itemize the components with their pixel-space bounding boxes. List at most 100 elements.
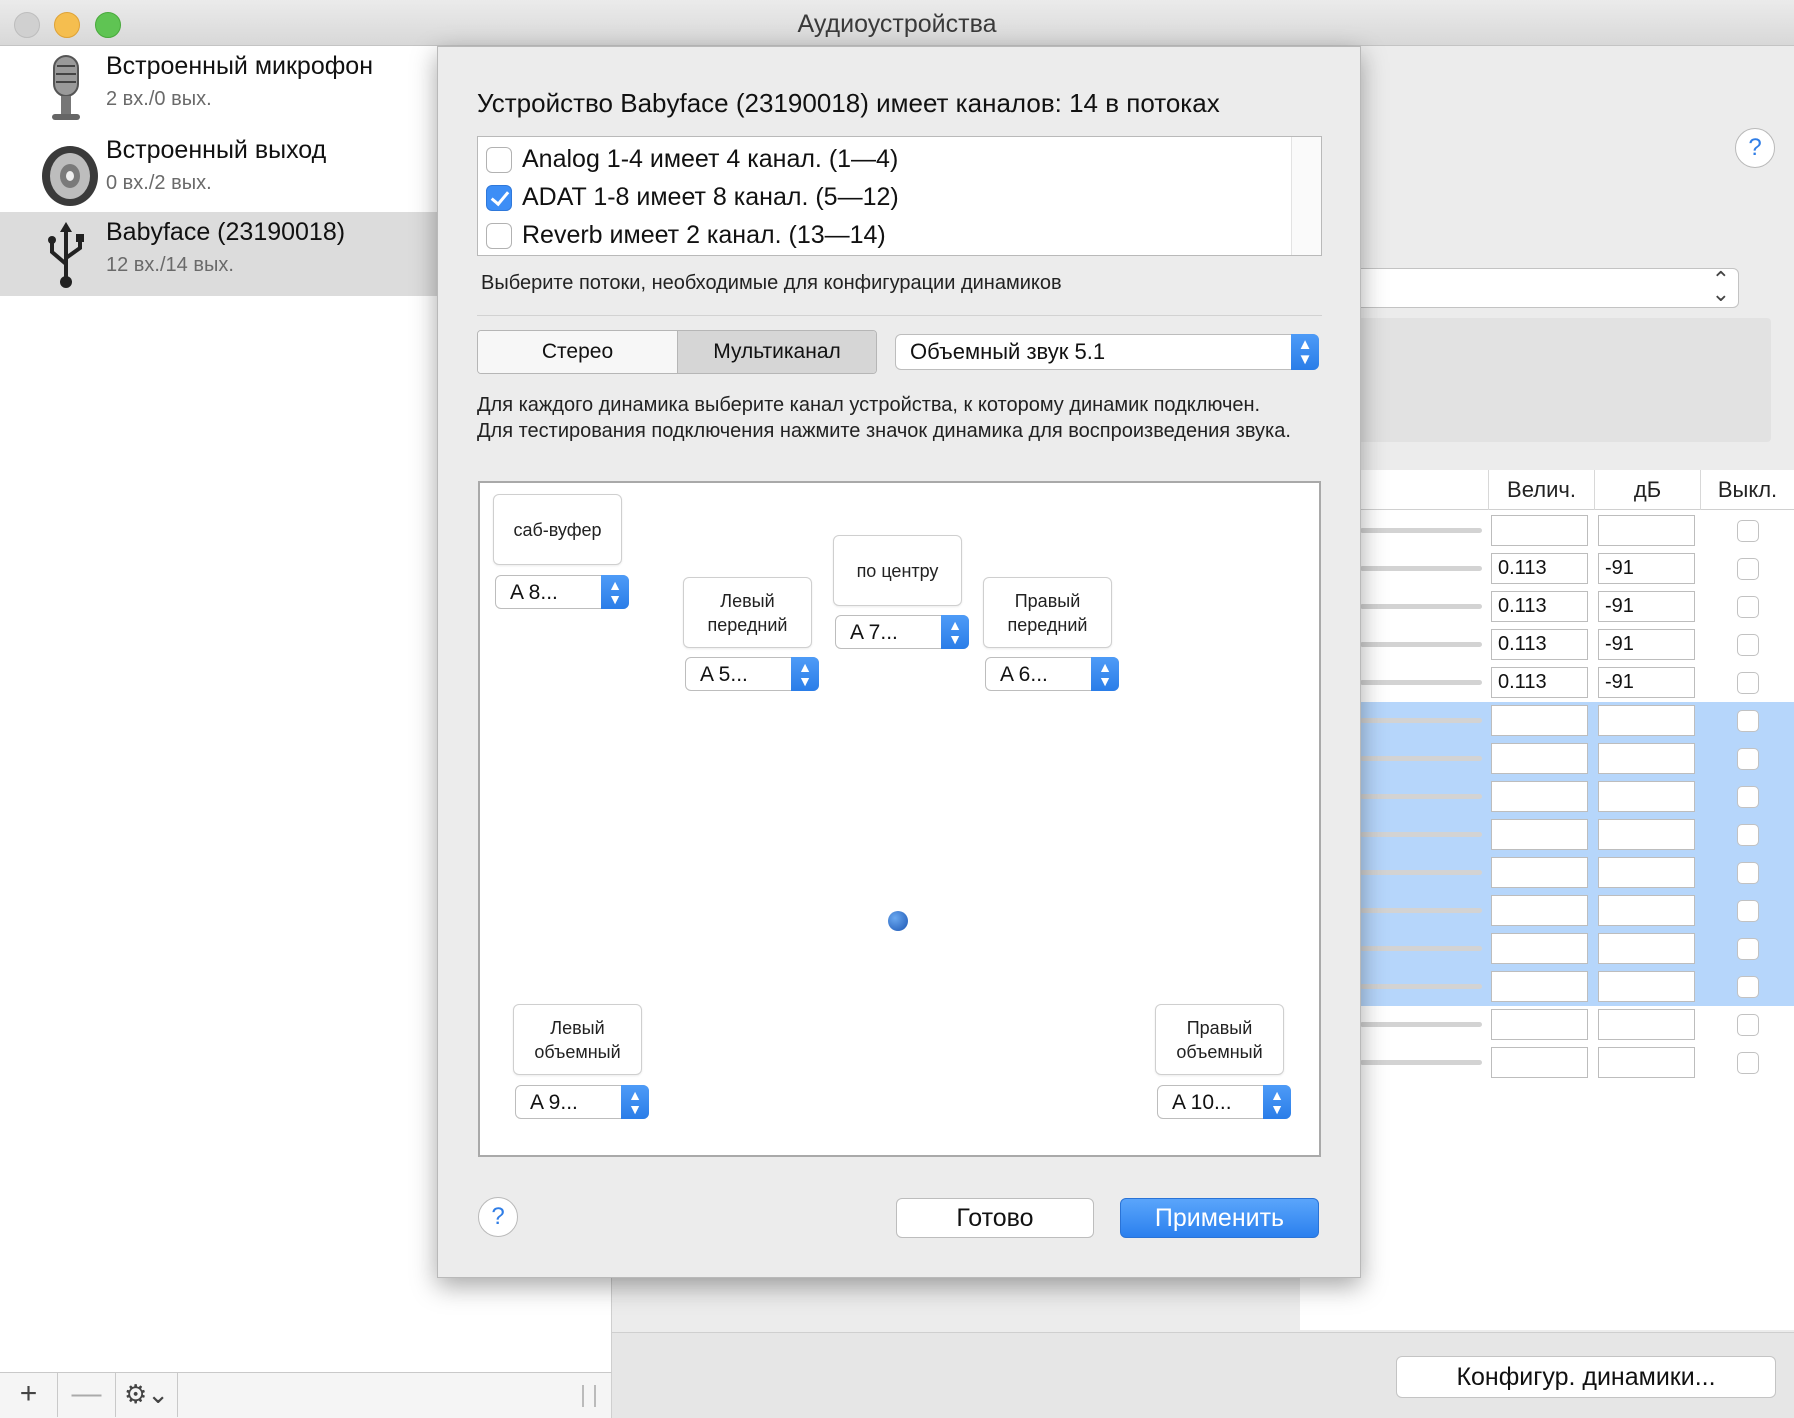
stream-checkbox[interactable]: [486, 223, 512, 249]
stream-label: ADAT 1-8 имеет 8 канал. (5—12): [522, 183, 899, 211]
mute-checkbox[interactable]: [1737, 938, 1759, 960]
speaker-label: по центру: [856, 560, 939, 581]
value-field[interactable]: [1491, 1047, 1588, 1078]
resize-grip[interactable]: [582, 1385, 596, 1407]
db-field[interactable]: [1598, 933, 1695, 964]
db-field[interactable]: [1598, 857, 1695, 888]
stream-checkbox[interactable]: [486, 147, 512, 173]
listener-position-dot[interactable]: [888, 911, 908, 931]
add-device-button[interactable]: +: [0, 1373, 58, 1417]
value-field[interactable]: 0.113: [1491, 667, 1588, 698]
volume-slider[interactable]: [1360, 794, 1482, 799]
volume-slider[interactable]: [1360, 870, 1482, 875]
mute-checkbox[interactable]: [1737, 596, 1759, 618]
db-field[interactable]: -91: [1598, 591, 1695, 622]
value-field[interactable]: 0.113: [1491, 591, 1588, 622]
channel-value: A 9...: [530, 1091, 578, 1114]
speaker-label: Правый передний: [1007, 590, 1088, 635]
value-field[interactable]: [1491, 971, 1588, 1002]
db-field[interactable]: [1598, 895, 1695, 926]
apply-button[interactable]: Применить: [1120, 1198, 1319, 1238]
stream-label: Reverb имеет 2 канал. (13—14): [522, 221, 886, 249]
db-field[interactable]: [1598, 971, 1695, 1002]
db-field[interactable]: [1598, 1047, 1695, 1078]
mute-checkbox[interactable]: [1737, 786, 1759, 808]
volume-slider[interactable]: [1360, 680, 1482, 685]
mute-checkbox[interactable]: [1737, 1052, 1759, 1074]
value-field[interactable]: [1491, 515, 1588, 546]
remove-device-button[interactable]: —: [58, 1373, 116, 1417]
volume-slider[interactable]: [1360, 946, 1482, 951]
channel-select-center[interactable]: A 7... ▲ ▼: [835, 615, 969, 649]
value-field[interactable]: 0.113: [1491, 629, 1588, 660]
speaker-front-left-button[interactable]: Левый передний: [683, 577, 812, 648]
value-field[interactable]: [1491, 743, 1588, 774]
channel-select-front-right[interactable]: A 6... ▲ ▼: [985, 657, 1119, 691]
speaker-format-select[interactable]: Объемный звук 5.1 ▲ ▼: [895, 334, 1319, 370]
help-button[interactable]: ?: [1735, 128, 1775, 168]
value-field[interactable]: [1491, 933, 1588, 964]
mode-stereo-button[interactable]: Стерео: [478, 331, 677, 373]
volume-slider[interactable]: [1360, 604, 1482, 609]
value-field[interactable]: [1491, 781, 1588, 812]
mute-checkbox[interactable]: [1737, 824, 1759, 846]
db-field[interactable]: [1598, 781, 1695, 812]
volume-slider[interactable]: [1360, 984, 1482, 989]
db-field[interactable]: [1598, 515, 1695, 546]
configure-speakers-button[interactable]: Конфигур. динамики...: [1396, 1356, 1776, 1398]
db-field[interactable]: -91: [1598, 667, 1695, 698]
mute-checkbox[interactable]: [1737, 558, 1759, 580]
updown-arrows-icon: ▲ ▼: [1091, 657, 1119, 691]
channel-select-subwoofer[interactable]: A 8... ▲ ▼: [495, 575, 629, 609]
updown-arrows-icon: ▲ ▼: [791, 657, 819, 691]
volume-slider[interactable]: [1360, 566, 1482, 571]
title-bar: Аудиоустройства: [0, 0, 1794, 46]
speaker-surround-right-button[interactable]: Правый объемный: [1155, 1004, 1284, 1075]
volume-slider[interactable]: [1360, 908, 1482, 913]
volume-slider[interactable]: [1360, 1022, 1482, 1027]
stream-list-scrollbar[interactable]: [1291, 137, 1321, 255]
channel-select-surround-right[interactable]: A 10... ▲ ▼: [1157, 1085, 1291, 1119]
db-field[interactable]: [1598, 819, 1695, 850]
value-field[interactable]: 0.113: [1491, 553, 1588, 584]
stream-checkbox-checked[interactable]: [486, 185, 512, 211]
speaker-center-button[interactable]: по центру: [833, 535, 962, 606]
mute-checkbox[interactable]: [1737, 900, 1759, 922]
clock-source-select[interactable]: ⌃ ⌄: [1300, 268, 1739, 308]
value-field[interactable]: [1491, 857, 1588, 888]
db-field[interactable]: [1598, 1009, 1695, 1040]
value-field[interactable]: [1491, 819, 1588, 850]
volume-slider[interactable]: [1360, 718, 1482, 723]
mute-checkbox[interactable]: [1737, 710, 1759, 732]
volume-slider[interactable]: [1360, 528, 1482, 533]
mode-multichannel-button[interactable]: Мультиканал: [677, 331, 876, 373]
mute-checkbox[interactable]: [1737, 672, 1759, 694]
volume-slider[interactable]: [1360, 832, 1482, 837]
done-button[interactable]: Готово: [896, 1198, 1094, 1238]
volume-slider[interactable]: [1360, 756, 1482, 761]
volume-slider[interactable]: [1360, 1060, 1482, 1065]
value-field[interactable]: [1491, 895, 1588, 926]
db-field[interactable]: [1598, 743, 1695, 774]
value-field[interactable]: [1491, 705, 1588, 736]
db-field[interactable]: -91: [1598, 629, 1695, 660]
channel-select-surround-left[interactable]: A 9... ▲ ▼: [515, 1085, 649, 1119]
gear-menu-button[interactable]: ⚙︎⌄: [116, 1373, 178, 1417]
mute-checkbox[interactable]: [1737, 976, 1759, 998]
mute-checkbox[interactable]: [1737, 634, 1759, 656]
speaker-surround-left-button[interactable]: Левый объемный: [513, 1004, 642, 1075]
sheet-help-button[interactable]: ?: [478, 1197, 518, 1237]
mute-checkbox[interactable]: [1737, 1014, 1759, 1036]
db-field[interactable]: [1598, 705, 1695, 736]
db-field[interactable]: -91: [1598, 553, 1695, 584]
channel-select-front-left[interactable]: A 5... ▲ ▼: [685, 657, 819, 691]
device-name: Babyface (23190018): [106, 218, 346, 246]
window-title: Аудиоустройства: [797, 10, 997, 38]
mute-checkbox[interactable]: [1737, 862, 1759, 884]
speaker-subwoofer-button[interactable]: саб-вуфер: [493, 494, 622, 565]
mute-checkbox[interactable]: [1737, 748, 1759, 770]
value-field[interactable]: [1491, 1009, 1588, 1040]
mute-checkbox[interactable]: [1737, 520, 1759, 542]
volume-slider[interactable]: [1360, 642, 1482, 647]
speaker-front-right-button[interactable]: Правый передний: [983, 577, 1112, 648]
